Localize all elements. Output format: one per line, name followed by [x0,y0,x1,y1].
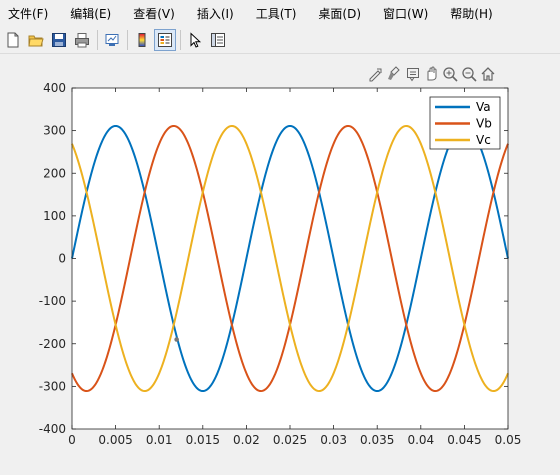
y-tick-label: 300 [43,124,66,138]
x-tick-label: 0.01 [146,433,173,447]
x-tick-label: 0 [68,433,76,447]
y-tick-label: -100 [39,294,66,308]
x-tick-label: 0.025 [273,433,307,447]
y-tick-label: -300 [39,379,66,393]
y-tick-label: 400 [43,81,66,95]
y-tick-label: 100 [43,209,66,223]
x-tick-label: 0.015 [186,433,220,447]
y-tick-label: -400 [39,422,66,436]
line-chart: 0 0.005 0.01 0.015 0.02 0.025 0.03 0.035 0.04 0.0… [39,81,522,447]
x-tick-label: 0.03 [320,433,347,447]
y-tick-label: 0 [58,252,66,266]
x-tick-label: 0.045 [447,433,481,447]
y-tick-label: -200 [39,337,66,351]
legend-label-vb: Vb [476,117,492,131]
y-tick-label: 200 [43,166,66,180]
x-tick-label: 0.035 [360,433,394,447]
legend[interactable]: Va Vb Vc [429,96,501,150]
legend-label-vc: Vc [476,133,491,147]
x-tick-label: 0.02 [233,433,260,447]
data-marker-point [174,337,179,342]
x-tick-label: 0.005 [98,433,132,447]
x-tick-label: 0.05 [495,433,522,447]
x-tick-label: 0.04 [407,433,434,447]
legend-label-va: Va [476,100,491,114]
